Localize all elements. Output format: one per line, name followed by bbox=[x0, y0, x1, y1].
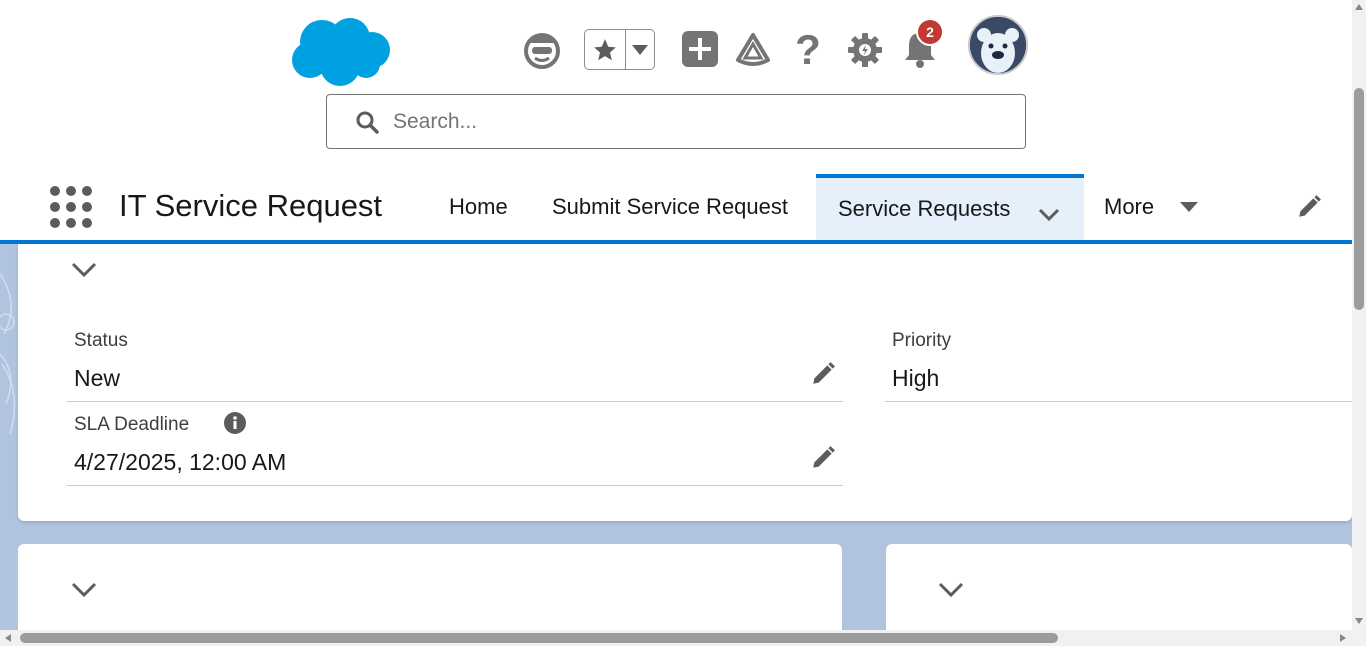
priority-value: High bbox=[892, 365, 940, 391]
favorites-group bbox=[584, 29, 655, 70]
sla-deadline-value: 4/27/2025, 12:00 AM bbox=[74, 449, 287, 475]
chevron-down-icon[interactable] bbox=[1038, 202, 1060, 228]
nav-item-label: Submit Service Request bbox=[552, 194, 788, 219]
bear-avatar[interactable] bbox=[968, 15, 1028, 75]
nav-item-submit-service-request[interactable]: Submit Service Request bbox=[552, 174, 788, 240]
related-card-left bbox=[18, 544, 842, 634]
sla-deadline-divider bbox=[67, 485, 843, 486]
scroll-down-arrow-icon[interactable] bbox=[1355, 618, 1363, 624]
add-icon[interactable] bbox=[681, 30, 719, 68]
search-input[interactable] bbox=[393, 109, 993, 134]
help-icon[interactable]: ? bbox=[790, 28, 826, 72]
vertical-scrollbar-thumb[interactable] bbox=[1354, 88, 1364, 310]
status-value: New bbox=[74, 365, 121, 391]
star-icon[interactable] bbox=[585, 30, 626, 69]
scroll-up-arrow-icon[interactable] bbox=[1355, 4, 1363, 10]
salesforce-logo[interactable] bbox=[290, 16, 392, 88]
nav-item-more[interactable]: More bbox=[1104, 174, 1199, 240]
status-divider bbox=[67, 401, 843, 402]
section-collapse-chevron-icon[interactable] bbox=[938, 582, 964, 603]
scroll-right-arrow-icon[interactable] bbox=[1340, 634, 1346, 642]
horizontal-scrollbar-thumb[interactable] bbox=[20, 633, 1058, 643]
notification-badge: 2 bbox=[916, 18, 944, 46]
nav-item-label: Home bbox=[449, 194, 508, 219]
trailhead-icon[interactable] bbox=[733, 30, 773, 70]
edit-status-pencil-icon[interactable] bbox=[810, 361, 836, 392]
einstein-icon[interactable] bbox=[520, 28, 564, 72]
sla-deadline-label: SLA Deadline bbox=[74, 414, 190, 435]
related-card-right bbox=[886, 544, 1352, 634]
status-label: Status bbox=[74, 330, 128, 351]
search-icon bbox=[355, 109, 381, 135]
priority-label: Priority bbox=[892, 330, 952, 351]
nav-item-home[interactable]: Home bbox=[449, 174, 508, 240]
edit-sla-deadline-pencil-icon[interactable] bbox=[810, 445, 836, 476]
info-icon[interactable] bbox=[224, 412, 246, 439]
edit-nav-pencil-icon[interactable] bbox=[1296, 194, 1322, 225]
app-nav-bar: IT Service Request Home Submit Service R… bbox=[0, 174, 1352, 244]
gear-icon[interactable] bbox=[845, 30, 885, 70]
section-collapse-chevron-icon[interactable] bbox=[71, 262, 97, 283]
app-name: IT Service Request bbox=[119, 188, 383, 223]
nav-item-service-requests[interactable]: Service Requests bbox=[816, 174, 1084, 240]
nav-item-label: More bbox=[1104, 194, 1155, 219]
caret-down-icon bbox=[1180, 202, 1199, 212]
scroll-left-arrow-icon[interactable] bbox=[5, 634, 11, 642]
global-search[interactable] bbox=[326, 94, 1026, 149]
record-details-card: Status New Priority High SLA Deadline 4/… bbox=[18, 244, 1352, 521]
priority-divider bbox=[885, 401, 1352, 402]
app-launcher-icon[interactable] bbox=[50, 186, 92, 228]
nav-item-label: Service Requests bbox=[838, 196, 1011, 221]
global-header: ? 2 bbox=[0, 0, 1352, 174]
chevron-down-icon[interactable] bbox=[626, 30, 654, 69]
section-collapse-chevron-icon[interactable] bbox=[71, 582, 97, 603]
